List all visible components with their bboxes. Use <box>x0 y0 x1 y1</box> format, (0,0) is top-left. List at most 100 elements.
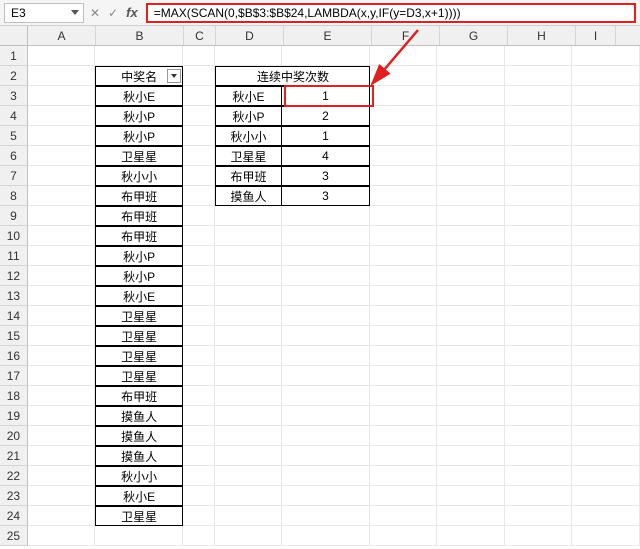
cell[interactable] <box>183 426 215 446</box>
col-header-B[interactable]: B <box>96 26 184 45</box>
cell[interactable] <box>282 366 369 386</box>
cell[interactable] <box>183 286 215 306</box>
cell[interactable] <box>505 506 573 526</box>
cell[interactable] <box>505 406 573 426</box>
cell[interactable] <box>370 286 438 306</box>
cell[interactable] <box>572 266 640 286</box>
cell[interactable] <box>28 346 96 366</box>
cell[interactable] <box>282 206 369 226</box>
cell[interactable] <box>183 66 215 86</box>
row-header[interactable]: 12 <box>0 266 28 286</box>
cell[interactable]: 秋小E <box>95 486 182 506</box>
cell[interactable] <box>370 346 438 366</box>
cell[interactable] <box>282 466 369 486</box>
cell[interactable] <box>437 406 505 426</box>
cell[interactable] <box>183 146 215 166</box>
cell[interactable] <box>370 406 438 426</box>
row-header[interactable]: 8 <box>0 186 28 206</box>
cell[interactable] <box>28 166 96 186</box>
cell[interactable] <box>282 226 369 246</box>
row-header[interactable]: 4 <box>0 106 28 126</box>
row-header[interactable]: 7 <box>0 166 28 186</box>
row-header[interactable]: 5 <box>0 126 28 146</box>
cell[interactable] <box>282 326 369 346</box>
cell[interactable] <box>370 146 438 166</box>
cell[interactable] <box>215 406 283 426</box>
cell[interactable] <box>215 266 283 286</box>
cell[interactable] <box>282 506 369 526</box>
cell[interactable] <box>437 386 505 406</box>
cell[interactable] <box>505 486 573 506</box>
cell[interactable] <box>437 86 505 106</box>
cell[interactable] <box>437 186 505 206</box>
cell[interactable] <box>215 206 283 226</box>
cell[interactable] <box>572 486 640 506</box>
formula-input[interactable]: =MAX(SCAN(0,$B$3:$B$24,LAMBDA(x,y,IF(y=D… <box>146 3 636 23</box>
cell[interactable] <box>572 346 640 366</box>
cell[interactable] <box>215 46 283 66</box>
cell[interactable] <box>183 326 215 346</box>
cell[interactable] <box>282 406 369 426</box>
cell[interactable]: 2 <box>282 106 369 126</box>
cell[interactable] <box>505 266 573 286</box>
cell[interactable] <box>437 426 505 446</box>
cell[interactable]: 1 <box>282 126 369 146</box>
cell[interactable] <box>572 426 640 446</box>
cell[interactable] <box>437 306 505 326</box>
cell[interactable] <box>572 466 640 486</box>
cell[interactable] <box>505 206 573 226</box>
col-header-I[interactable]: I <box>576 26 616 45</box>
cell[interactable] <box>183 306 215 326</box>
cell[interactable] <box>28 486 96 506</box>
cell[interactable]: 3 <box>282 166 369 186</box>
cell[interactable] <box>572 206 640 226</box>
cell[interactable]: 布甲班 <box>95 386 182 406</box>
cell[interactable] <box>370 506 438 526</box>
cell[interactable]: 卫星星 <box>95 306 182 326</box>
cell[interactable] <box>282 526 369 546</box>
cell[interactable] <box>437 346 505 366</box>
row-header[interactable]: 18 <box>0 386 28 406</box>
col-header-A[interactable]: A <box>28 26 96 45</box>
cell[interactable]: 连续中奖次数 <box>215 66 283 86</box>
col-header-G[interactable]: G <box>440 26 508 45</box>
cell[interactable]: 秋小小 <box>95 466 182 486</box>
cell[interactable] <box>183 166 215 186</box>
cell[interactable] <box>505 166 573 186</box>
cell[interactable] <box>370 426 438 446</box>
col-header-F[interactable]: F <box>372 26 440 45</box>
cell[interactable] <box>282 266 369 286</box>
cell[interactable]: 中奖名 <box>95 66 182 86</box>
cell[interactable] <box>215 386 283 406</box>
row-header[interactable]: 13 <box>0 286 28 306</box>
col-header-H[interactable]: H <box>508 26 576 45</box>
cell[interactable] <box>505 426 573 446</box>
cell[interactable] <box>370 86 438 106</box>
cell[interactable] <box>505 346 573 366</box>
cell[interactable] <box>505 66 573 86</box>
cell[interactable] <box>505 286 573 306</box>
cell[interactable] <box>572 446 640 466</box>
cell[interactable]: 1 <box>282 86 369 106</box>
cell[interactable] <box>28 206 96 226</box>
cell[interactable] <box>183 86 215 106</box>
cell[interactable] <box>505 386 573 406</box>
cell[interactable] <box>572 326 640 346</box>
cell[interactable] <box>437 226 505 246</box>
cell[interactable] <box>183 506 215 526</box>
cell[interactable] <box>437 146 505 166</box>
cell[interactable]: 秋小E <box>95 86 182 106</box>
cell[interactable] <box>215 506 283 526</box>
cell[interactable]: 3 <box>282 186 369 206</box>
cell[interactable] <box>28 326 96 346</box>
cell[interactable] <box>370 466 438 486</box>
cell[interactable] <box>505 226 573 246</box>
cell[interactable]: 卫星星 <box>95 346 182 366</box>
cell[interactable] <box>370 486 438 506</box>
cell[interactable] <box>282 306 369 326</box>
cell[interactable] <box>572 226 640 246</box>
cell[interactable] <box>28 466 96 486</box>
cell[interactable] <box>282 426 369 446</box>
cell[interactable] <box>183 386 215 406</box>
cell[interactable]: 卫星星 <box>95 366 182 386</box>
